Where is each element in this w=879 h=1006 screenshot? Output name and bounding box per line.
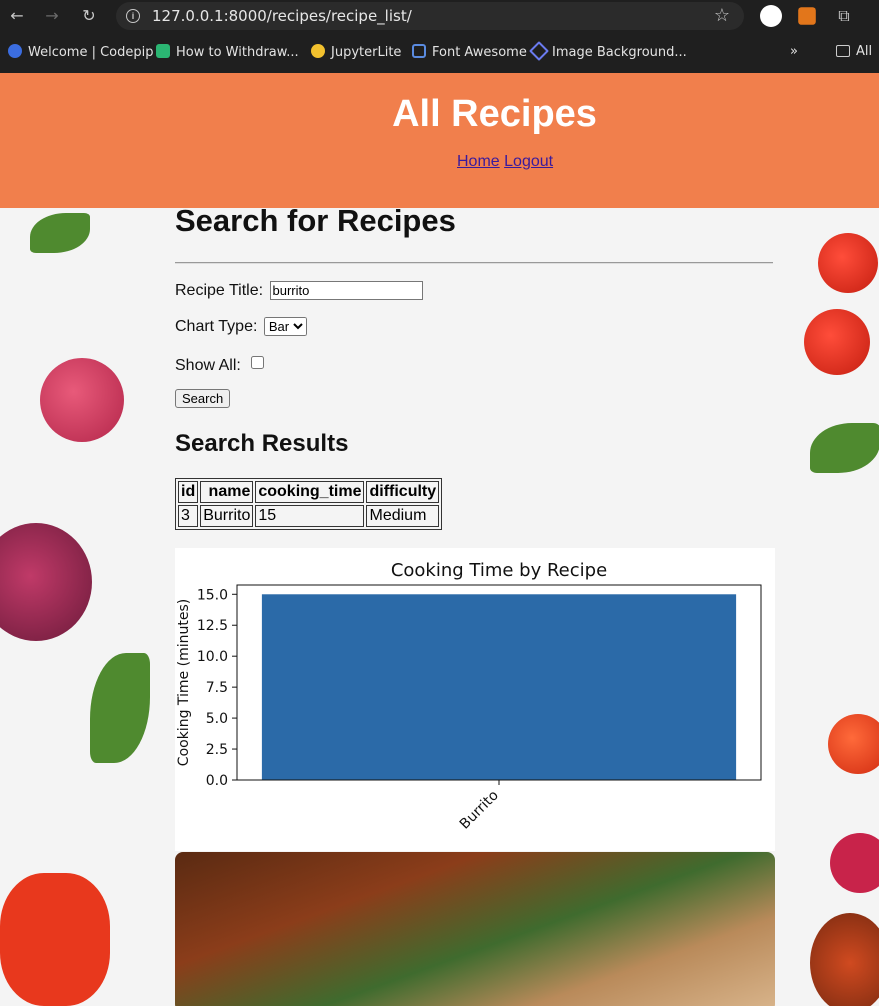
divider <box>175 262 773 264</box>
tomato-slice-image <box>828 714 879 774</box>
y-tick-label: 12.5 <box>197 618 228 634</box>
x-tick-label: Burrito <box>457 788 502 833</box>
chart-type-label: Chart Type: <box>175 318 258 335</box>
url-text[interactable]: 127.0.0.1:8000/recipes/recipe_list/ <box>152 7 412 25</box>
chart-type-row: Chart Type: Bar <box>175 317 307 336</box>
puzzle-extensions-icon[interactable]: ⧉ <box>834 6 854 26</box>
k-logo-icon <box>156 44 170 58</box>
bookmarks-overflow-icon[interactable]: » <box>790 44 798 62</box>
show-all-checkbox[interactable] <box>251 356 265 369</box>
chart-title: Cooking Time by Recipe <box>391 560 607 581</box>
y-tick-label: 0.0 <box>206 773 228 789</box>
basil-leaf-image <box>810 423 879 473</box>
header-nav: Home Logout <box>457 153 553 171</box>
reload-icon[interactable]: ↻ <box>79 6 99 26</box>
burrito-photo <box>175 852 775 1006</box>
metamask-extension-icon[interactable] <box>798 7 816 25</box>
results-heading: Search Results <box>175 430 349 457</box>
tomato-image <box>804 309 870 375</box>
y-tick-label: 2.5 <box>206 742 228 758</box>
y-axis-label: Cooking Time (minutes) <box>176 599 192 766</box>
codepip-icon <box>8 44 22 58</box>
triangle-logo-icon <box>529 41 549 61</box>
bookmark-withdraw[interactable]: How to Withdraw... <box>156 44 299 62</box>
column-header-difficulty: difficulty <box>366 481 440 503</box>
forward-arrow-icon[interactable]: → <box>42 6 62 26</box>
back-arrow-icon[interactable]: ← <box>7 6 27 26</box>
table-row: 3 Burrito 15 Medium <box>178 505 440 527</box>
red-pepper-image <box>0 873 110 1006</box>
column-header-cooking-time: cooking_time <box>255 481 365 503</box>
search-heading: Search for Recipes <box>175 203 456 238</box>
y-tick-label: 7.5 <box>206 680 228 696</box>
onion-image <box>0 523 92 641</box>
column-header-id: id <box>178 481 199 503</box>
site-info-icon[interactable]: i <box>126 9 140 23</box>
basil-leaf-image <box>90 653 150 763</box>
browser-toolbar: ← → ↻ i 127.0.0.1:8000/recipes/recipe_li… <box>0 0 879 32</box>
flag-icon <box>412 44 426 58</box>
results-table: id name cooking_time difficulty 3 Burrit… <box>175 478 443 530</box>
column-header-name: name <box>200 481 254 503</box>
recipe-title-label: Recipe Title: <box>175 282 264 299</box>
radish-image <box>830 833 879 893</box>
bookmark-codepip[interactable]: Welcome | Codepip <box>8 44 154 62</box>
site-header: All Recipes Home Logout <box>0 73 879 208</box>
basil-leaf-image <box>30 213 90 253</box>
cooking-time-chart: Cooking Time by Recipe Burrito 0.0 2.5 5.0 7.… <box>175 548 775 851</box>
bookmarks-bar: Welcome | Codepip How to Withdraw... Jup… <box>0 32 879 74</box>
show-all-row: Show All: <box>175 353 267 375</box>
page: All Recipes Home Logout Search for Recip… <box>0 73 879 1006</box>
jupyter-icon <box>311 44 325 58</box>
bookmark-star-icon[interactable]: ☆ <box>714 5 730 26</box>
address-bar[interactable]: i 127.0.0.1:8000/recipes/recipe_list/ ☆ <box>116 2 744 30</box>
folder-icon <box>836 45 850 57</box>
recipe-title-input[interactable] <box>269 281 423 300</box>
cell-id: 3 <box>178 505 199 527</box>
logout-link[interactable]: Logout <box>504 153 553 170</box>
bookmark-image-background[interactable]: Image Background... <box>529 41 687 62</box>
cell-name: Burrito <box>200 505 254 527</box>
home-link[interactable]: Home <box>457 153 500 170</box>
chili-flakes-image <box>810 913 879 1006</box>
y-tick-label: 5.0 <box>206 711 228 727</box>
cell-cooking-time: 15 <box>255 505 365 527</box>
extension-icon[interactable] <box>760 5 782 27</box>
show-all-label: Show All: <box>175 357 241 374</box>
y-tick-label: 10.0 <box>197 649 228 665</box>
recipe-title-row: Recipe Title: <box>175 281 423 300</box>
page-title: All Recipes <box>392 93 597 135</box>
bookmark-all[interactable]: All <box>836 44 872 62</box>
tomato-image <box>818 233 878 293</box>
bookmark-jupyterlite[interactable]: JupyterLite <box>311 44 401 62</box>
chart-type-select[interactable]: Bar <box>263 317 307 336</box>
y-tick-label: 15.0 <box>197 587 228 603</box>
table-header-row: id name cooking_time difficulty <box>178 481 440 503</box>
search-button[interactable]: Search <box>175 389 231 408</box>
bookmark-font-awesome[interactable]: Font Awesome <box>412 44 527 62</box>
cell-difficulty: Medium <box>366 505 440 527</box>
chart-svg: Cooking Time by Recipe Burrito 0.0 2.5 5.0 7.… <box>176 560 762 833</box>
radish-image <box>40 358 124 442</box>
chart-bar <box>261 594 737 780</box>
